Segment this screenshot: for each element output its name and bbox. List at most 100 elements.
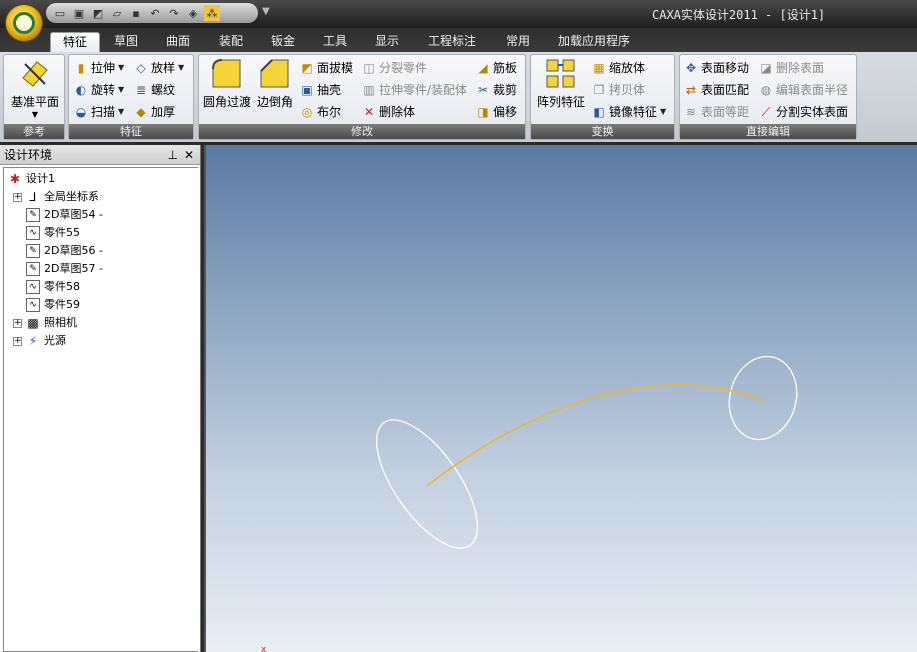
pin-icon[interactable]: ᅟ⊥ — [157, 145, 179, 165]
split-solid-button[interactable]: ⟋ 分割实体表面 — [758, 102, 848, 122]
application-button[interactable] — [5, 4, 43, 42]
shell-icon: ▣ — [301, 83, 313, 97]
match-face-button[interactable]: ⇄ 表面匹配 — [683, 80, 749, 100]
thread-button[interactable]: ≣ 螺纹 — [133, 80, 175, 100]
boolean-button[interactable]: ◎ 布尔 — [299, 102, 341, 122]
profile-ellipse-right[interactable] — [720, 349, 805, 447]
tab-annotation[interactable]: 工程标注 — [420, 32, 484, 52]
mirror-button[interactable]: ◧ 镜像特征 ▼ — [591, 102, 666, 122]
pattern-button[interactable]: 阵列特征 — [533, 57, 589, 110]
tree-node-part-55[interactable]: ∿ 零件55 — [26, 224, 80, 242]
group-reference: 基准平面 ▼ 参考 — [3, 54, 65, 140]
offset-face-button[interactable]: ≋ 表面等距 — [683, 102, 749, 122]
fillet-button[interactable]: 圆角过渡 — [201, 57, 253, 110]
copy-body-button[interactable]: ❐ 拷贝体 — [591, 80, 645, 100]
split-part-button[interactable]: ◫ 分裂零件 — [361, 58, 427, 78]
axes-icon: ⅃ — [26, 190, 40, 204]
thicken-button[interactable]: ◆ 加厚 — [133, 102, 175, 122]
draft-button[interactable]: ◩ 面拔模 — [299, 58, 353, 78]
edit-radius-icon: ◍ — [760, 83, 772, 97]
camera-icon: ▩ — [26, 316, 40, 330]
profile-ellipse-left[interactable] — [358, 404, 496, 564]
datum-plane-icon — [18, 57, 52, 91]
tab-addins[interactable]: 加载应用程序 — [552, 32, 636, 52]
mirror-icon: ◧ — [593, 105, 605, 119]
tab-surface[interactable]: 曲面 — [158, 32, 198, 52]
tab-common[interactable]: 常用 — [498, 32, 538, 52]
sweep-icon: ◒ — [75, 105, 87, 119]
ribbon-tabs: 特征 草图 曲面 装配 钣金 工具 显示 工程标注 常用 加载应用程序 — [0, 28, 917, 52]
shell-button[interactable]: ▣ 抽壳 — [299, 80, 341, 100]
chamfer-button[interactable]: 边倒角 — [255, 57, 295, 110]
tree-node-part-59[interactable]: ∿ 零件59 — [26, 296, 80, 314]
save-as-icon[interactable]: ◩ — [90, 5, 106, 21]
print-icon[interactable]: ▣ — [71, 5, 87, 21]
extrude-button[interactable]: ▮ 拉伸 ▼ — [73, 58, 124, 78]
tree-node-sketch-54[interactable]: ✎ 2D草图54 - — [26, 206, 103, 224]
smart-icon[interactable]: ⁂ — [204, 5, 220, 21]
viewport-canvas[interactable]: x — [206, 145, 917, 652]
panel-header: 设计环境 ᅟ⊥ ✕ — [0, 145, 200, 165]
tree-node-design[interactable]: ✱ 设计1 — [8, 170, 55, 188]
guide-curve[interactable] — [426, 384, 765, 487]
sketch-icon: ✎ — [26, 244, 40, 258]
group-modify: 圆角过渡 边倒角 ◩ 面拔模 ▣ 抽壳 ◎ 布尔 ◫ 分裂零件 ▥ 拉伸零件/装配体 ✕ 删… — [198, 54, 526, 140]
trim-icon: ✂ — [477, 83, 489, 97]
diamond-icon[interactable]: ◈ — [185, 5, 201, 21]
tab-sheet-metal[interactable]: 钣金 — [263, 32, 303, 52]
chamfer-label: 边倒角 — [256, 95, 293, 109]
tab-sketch[interactable]: 草图 — [106, 32, 146, 52]
dropdown-arrow-icon: ▼ — [31, 110, 39, 119]
3d-viewport[interactable]: x — [204, 145, 917, 652]
revolve-button[interactable]: ◐ 旋转 ▼ — [73, 80, 124, 100]
scale-button[interactable]: ▦ 缩放体 — [591, 58, 645, 78]
split-part-icon: ◫ — [363, 61, 375, 75]
sketch-icon: ✎ — [26, 208, 40, 222]
delete-face-icon: ◪ — [760, 61, 772, 75]
tree-node-part-58[interactable]: ∿ 零件58 — [26, 278, 80, 296]
tree-node-global-axes[interactable]: + ⅃ 全局坐标系 — [13, 188, 99, 206]
tree-node-camera[interactable]: + ▩ 照相机 — [13, 314, 77, 332]
redo-icon[interactable]: ↷ — [166, 5, 182, 21]
loft-button[interactable]: ◇ 放样 ▼ — [133, 58, 184, 78]
rib-button[interactable]: ◢ 筋板 — [475, 58, 517, 78]
sketch-icon: ✎ — [26, 262, 40, 276]
thread-icon: ≣ — [135, 83, 147, 97]
light-icon: ⚡ — [26, 334, 40, 348]
app-logo-icon — [13, 12, 35, 34]
tree-node-light[interactable]: + ⚡ 光源 — [13, 332, 66, 350]
open-icon[interactable]: ▱ — [109, 5, 125, 21]
part-icon: ∿ — [26, 280, 40, 294]
expand-icon[interactable]: + — [13, 336, 22, 346]
undo-icon[interactable]: ↶ — [147, 5, 163, 21]
delete-face-button[interactable]: ◪ 删除表面 — [758, 58, 824, 78]
group-label-modify: 修改 — [199, 124, 525, 139]
panel-title: 设计环境 — [4, 148, 53, 162]
tab-assembly[interactable]: 装配 — [211, 32, 251, 52]
move-face-button[interactable]: ✥ 表面移动 — [683, 58, 749, 78]
group-label-transform: 变换 — [531, 124, 674, 139]
save-icon[interactable]: ▪ — [128, 5, 144, 21]
offset-button[interactable]: ◨ 偏移 — [475, 102, 517, 122]
expand-icon[interactable]: + — [13, 318, 22, 328]
loft-icon: ◇ — [136, 61, 146, 75]
copy-body-icon: ❐ — [593, 83, 605, 97]
sweep-button[interactable]: ◒ 扫描 ▼ — [73, 102, 124, 122]
group-direct-edit: ✥ 表面移动 ⇄ 表面匹配 ≋ 表面等距 ◪ 删除表面 ◍ 编辑表面半径 ⟋ 分割实体表面 … — [679, 54, 857, 140]
tab-feature[interactable]: 特征 — [50, 32, 100, 52]
qat-dropdown-icon[interactable]: ▼ — [262, 6, 270, 17]
extrude-part-button[interactable]: ▥ 拉伸零件/装配体 — [361, 80, 467, 100]
edit-radius-button[interactable]: ◍ 编辑表面半径 — [758, 80, 848, 100]
datum-plane-button[interactable]: 基准平面 ▼ — [6, 57, 64, 119]
tree-node-sketch-56[interactable]: ✎ 2D草图56 - — [26, 242, 103, 260]
tree-node-sketch-57[interactable]: ✎ 2D草图57 - — [26, 260, 103, 278]
close-icon[interactable]: ✕ — [184, 145, 194, 165]
group-label-direct-edit: 直接编辑 — [680, 124, 856, 139]
new-icon[interactable]: ▭ — [52, 5, 68, 21]
revolve-icon: ◐ — [75, 83, 87, 97]
tab-display[interactable]: 显示 — [367, 32, 407, 52]
expand-icon[interactable]: + — [13, 192, 22, 202]
delete-body-button[interactable]: ✕ 删除体 — [361, 102, 415, 122]
trim-button[interactable]: ✂ 裁剪 — [475, 80, 517, 100]
tab-tools[interactable]: 工具 — [315, 32, 355, 52]
